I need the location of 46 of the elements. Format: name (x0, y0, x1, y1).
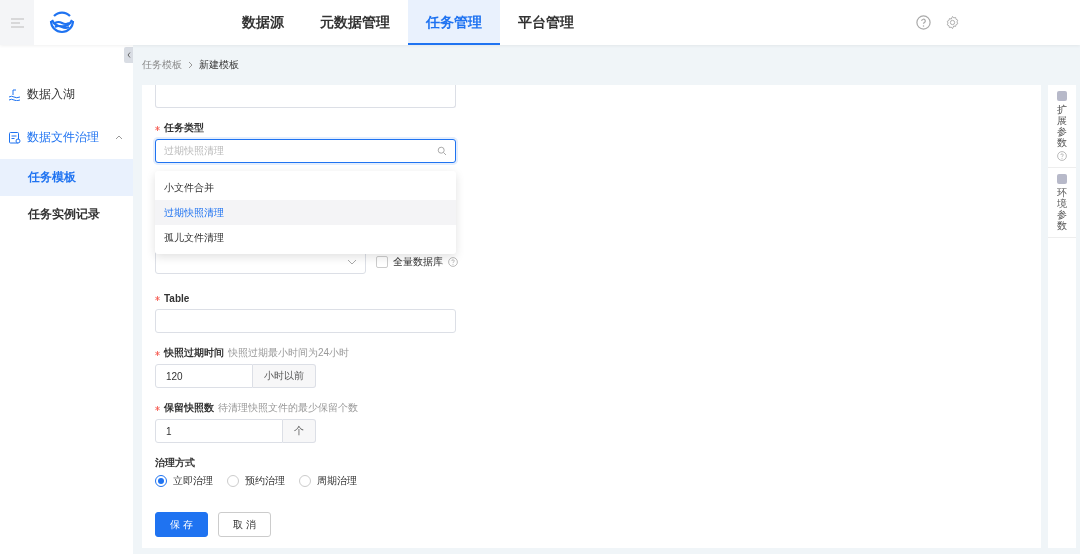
unit-addon: 个 (283, 419, 316, 443)
field-hint: 快照过期最小时间为24小时 (228, 346, 350, 360)
panel-tab[interactable]: 扩展参数 (1048, 85, 1076, 168)
sidebar-item[interactable]: 数据入湖 (0, 73, 133, 116)
sidebar-group[interactable]: 数据文件治理 (0, 116, 133, 159)
chevron-right-icon (188, 61, 193, 69)
nav-tab[interactable]: 平台管理 (500, 0, 592, 45)
help-icon (1057, 151, 1067, 161)
sidebar-item[interactable]: 任务实例记录 (0, 196, 133, 233)
nav-tab[interactable]: 任务管理 (408, 0, 500, 45)
help-icon (916, 15, 931, 30)
breadcrumb-current: 新建模板 (199, 58, 239, 72)
chevron-down-icon (347, 259, 357, 265)
chevron-up-icon (115, 135, 123, 140)
document-icon (8, 131, 21, 144)
dropdown-option[interactable]: 小文件合并 (155, 175, 456, 200)
waves-icon (8, 88, 21, 101)
input-field[interactable]: 120 (155, 364, 253, 388)
dropdown-option[interactable]: 孤儿文件清理 (155, 225, 456, 250)
nav-tab[interactable]: 数据源 (224, 0, 302, 45)
collapse-handle[interactable] (124, 47, 133, 63)
radio-label: 预约治理 (245, 474, 285, 488)
panel-tab[interactable]: 环境参数 (1048, 168, 1076, 238)
nav-tab[interactable]: 元数据管理 (302, 0, 408, 45)
help-icon (448, 257, 458, 267)
field-label: Table (164, 292, 190, 304)
checkbox-label: 全量数据库 (393, 255, 443, 269)
field-hint: 待清理快照文件的最少保留个数 (218, 401, 358, 415)
chevron-left-icon (126, 52, 131, 58)
checkbox[interactable] (376, 256, 388, 268)
search-icon (437, 146, 447, 156)
field-label: 快照过期时间 (164, 346, 224, 360)
cancel-button[interactable]: 取 消 (217, 512, 271, 537)
breadcrumb-link[interactable]: 任务模板 (142, 58, 182, 72)
unit-addon: 小时以前 (253, 364, 316, 388)
menu-icon[interactable] (10, 17, 24, 28)
radio-label: 立即治理 (173, 474, 213, 488)
field-label: 任务类型 (164, 121, 204, 135)
field-label: 治理方式 (155, 456, 195, 470)
dropdown-option[interactable]: 过期快照清理 (155, 200, 456, 225)
settings-icon[interactable] (945, 15, 960, 30)
input-field[interactable]: 1 (155, 419, 283, 443)
radio-label: 周期治理 (317, 474, 357, 488)
field-label: 保留快照数 (164, 401, 214, 415)
save-button[interactable]: 保 存 (155, 512, 208, 537)
sidebar-item[interactable]: 任务模板 (0, 159, 133, 196)
